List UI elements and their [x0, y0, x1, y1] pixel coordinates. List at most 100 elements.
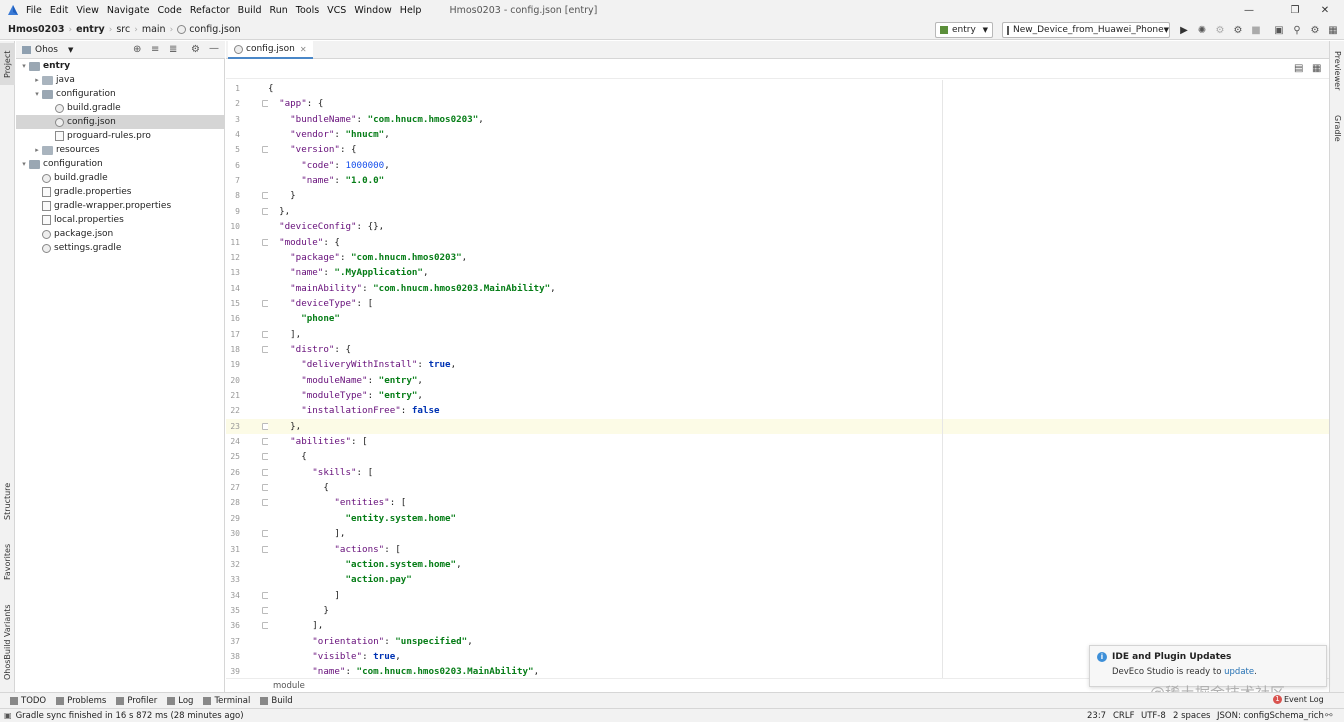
- project-tool-tab[interactable]: Project: [0, 43, 15, 85]
- menu-navigate[interactable]: Navigate: [107, 5, 150, 16]
- build-variants-tool-tab[interactable]: OhosBuild Variants: [0, 597, 15, 687]
- breadcrumb-item[interactable]: src: [112, 24, 134, 35]
- code-line[interactable]: },: [268, 418, 1329, 434]
- code-line[interactable]: "moduleName": "entry",: [268, 373, 1329, 388]
- json-schema[interactable]: JSON: configSchema_rich: [1217, 711, 1324, 721]
- bottom-tab-problems[interactable]: Problems: [56, 696, 106, 706]
- code-line[interactable]: "moduleType": "entry",: [268, 388, 1329, 403]
- code-line[interactable]: "phone": [268, 311, 1329, 326]
- breadcrumb-item[interactable]: main: [138, 24, 170, 35]
- menu-window[interactable]: Window: [354, 5, 391, 16]
- run-icon[interactable]: ▶: [1177, 23, 1191, 37]
- file-encoding[interactable]: UTF-8: [1141, 711, 1166, 721]
- code-line[interactable]: }: [268, 188, 1329, 203]
- previewer-tool-tab[interactable]: Previewer: [1330, 45, 1344, 97]
- code-line[interactable]: "action.pay": [268, 572, 1329, 587]
- breadcrumb-item[interactable]: config.json: [173, 24, 245, 35]
- code-line[interactable]: "action.system.home",: [268, 557, 1329, 572]
- menu-file[interactable]: File: [26, 5, 42, 16]
- settings-icon[interactable]: ⚙: [1308, 23, 1322, 37]
- breadcrumb-item[interactable]: entry: [72, 24, 109, 35]
- code-line[interactable]: "entity.system.home": [268, 511, 1329, 526]
- close-button[interactable]: ✕: [1306, 0, 1344, 20]
- profiler-icon[interactable]: ⚙: [1231, 23, 1245, 37]
- menu-tools[interactable]: Tools: [296, 5, 319, 16]
- stop-icon[interactable]: ■: [1249, 23, 1263, 37]
- tree-item[interactable]: package.json: [16, 227, 225, 241]
- bottom-tab-todo[interactable]: TODO: [10, 696, 46, 706]
- reader-mode-icon[interactable]: ▤: [1294, 63, 1303, 74]
- expand-arrow-icon[interactable]: ▾: [32, 90, 42, 98]
- status-message[interactable]: Gradle sync finished in 16 s 872 ms (28 …: [16, 711, 244, 721]
- code-line[interactable]: "distro": {: [268, 342, 1329, 357]
- code-line[interactable]: },: [268, 204, 1329, 219]
- code-editor[interactable]: { "app": { "bundleName": "com.hnucm.hmos…: [268, 80, 1329, 678]
- bottom-tab-build[interactable]: Build: [260, 696, 293, 706]
- code-line[interactable]: "package": "com.hnucm.hmos0203",: [268, 250, 1329, 265]
- menu-vcs[interactable]: VCS: [327, 5, 346, 16]
- menu-edit[interactable]: Edit: [50, 5, 68, 16]
- attach-debugger-icon[interactable]: ⚙: [1213, 23, 1227, 37]
- project-view-selector[interactable]: Ohos ▼: [22, 45, 73, 55]
- code-line[interactable]: "module": {: [268, 235, 1329, 250]
- code-line[interactable]: "name": ".MyApplication",: [268, 265, 1329, 280]
- collapse-all-icon[interactable]: ≣: [169, 44, 177, 55]
- code-line[interactable]: "deviceConfig": {},: [268, 219, 1329, 234]
- locate-file-icon[interactable]: ⊕: [133, 44, 141, 55]
- code-line[interactable]: {: [268, 449, 1329, 464]
- menu-refactor[interactable]: Refactor: [190, 5, 230, 16]
- code-line[interactable]: ],: [268, 618, 1329, 633]
- gradle-tool-tab[interactable]: Gradle: [1330, 107, 1344, 149]
- caret-position[interactable]: 23:7: [1087, 711, 1106, 721]
- menu-view[interactable]: View: [76, 5, 99, 16]
- editor-breadcrumb-item[interactable]: module: [273, 681, 305, 691]
- device-selector[interactable]: New_Device_from_Huawei_Phone ▼: [1002, 22, 1170, 38]
- event-log-tab[interactable]: 1 Event Log: [1273, 695, 1324, 704]
- tree-item[interactable]: gradle-wrapper.properties: [16, 199, 225, 213]
- code-line[interactable]: "deliveryWithInstall": true,: [268, 357, 1329, 372]
- tree-item[interactable]: ▸ java: [16, 73, 225, 87]
- menu-run[interactable]: Run: [270, 5, 288, 16]
- collapse-arrow-icon[interactable]: ▸: [32, 76, 42, 84]
- code-line[interactable]: ],: [268, 526, 1329, 541]
- tree-item[interactable]: build.gradle: [16, 101, 225, 115]
- code-line[interactable]: "vendor": "hnucm",: [268, 127, 1329, 142]
- tree-item[interactable]: ▸ resources: [16, 143, 225, 157]
- lock-icon[interactable]: ⚯: [1325, 711, 1333, 721]
- more-icon[interactable]: ▦: [1326, 23, 1340, 37]
- code-line[interactable]: ],: [268, 327, 1329, 342]
- line-separator[interactable]: CRLF: [1113, 711, 1134, 721]
- code-line[interactable]: "abilities": [: [268, 434, 1329, 449]
- code-line[interactable]: "version": {: [268, 142, 1329, 157]
- update-link[interactable]: update: [1224, 667, 1254, 677]
- code-line[interactable]: "deviceType": [: [268, 296, 1329, 311]
- minimize-button[interactable]: —: [1230, 0, 1268, 20]
- code-line[interactable]: "skills": [: [268, 465, 1329, 480]
- indent-setting[interactable]: 2 spaces: [1173, 711, 1210, 721]
- bottom-tab-profiler[interactable]: Profiler: [116, 696, 157, 706]
- sdk-manager-icon[interactable]: ▣: [1272, 23, 1286, 37]
- structure-tool-tab[interactable]: Structure: [0, 474, 15, 528]
- code-line[interactable]: ]: [268, 588, 1329, 603]
- breadcrumb-item[interactable]: Hmos0203: [4, 24, 68, 35]
- tree-item[interactable]: gradle.properties: [16, 185, 225, 199]
- tree-item[interactable]: config.json: [16, 115, 225, 129]
- code-line[interactable]: {: [268, 81, 1329, 96]
- tree-item[interactable]: ▾ configuration: [16, 87, 225, 101]
- module-selector[interactable]: entry ▼: [935, 22, 993, 38]
- menu-help[interactable]: Help: [400, 5, 422, 16]
- favorites-tool-tab[interactable]: Favorites: [0, 536, 15, 588]
- close-tab-icon[interactable]: ✕: [300, 45, 307, 54]
- bottom-tab-log[interactable]: Log: [167, 696, 193, 706]
- expand-all-icon[interactable]: ≡: [151, 44, 159, 55]
- code-line[interactable]: "actions": [: [268, 542, 1329, 557]
- preview-layout-icon[interactable]: ▦: [1312, 63, 1321, 74]
- code-line[interactable]: }: [268, 603, 1329, 618]
- editor-tab-config-json[interactable]: config.json ✕: [228, 41, 313, 59]
- tree-item[interactable]: build.gradle: [16, 171, 225, 185]
- expand-arrow-icon[interactable]: ▾: [19, 160, 29, 168]
- code-line[interactable]: {: [268, 480, 1329, 495]
- status-layout-icon[interactable]: ▣: [4, 711, 12, 720]
- tree-item[interactable]: local.properties: [16, 213, 225, 227]
- expand-arrow-icon[interactable]: ▾: [19, 62, 29, 70]
